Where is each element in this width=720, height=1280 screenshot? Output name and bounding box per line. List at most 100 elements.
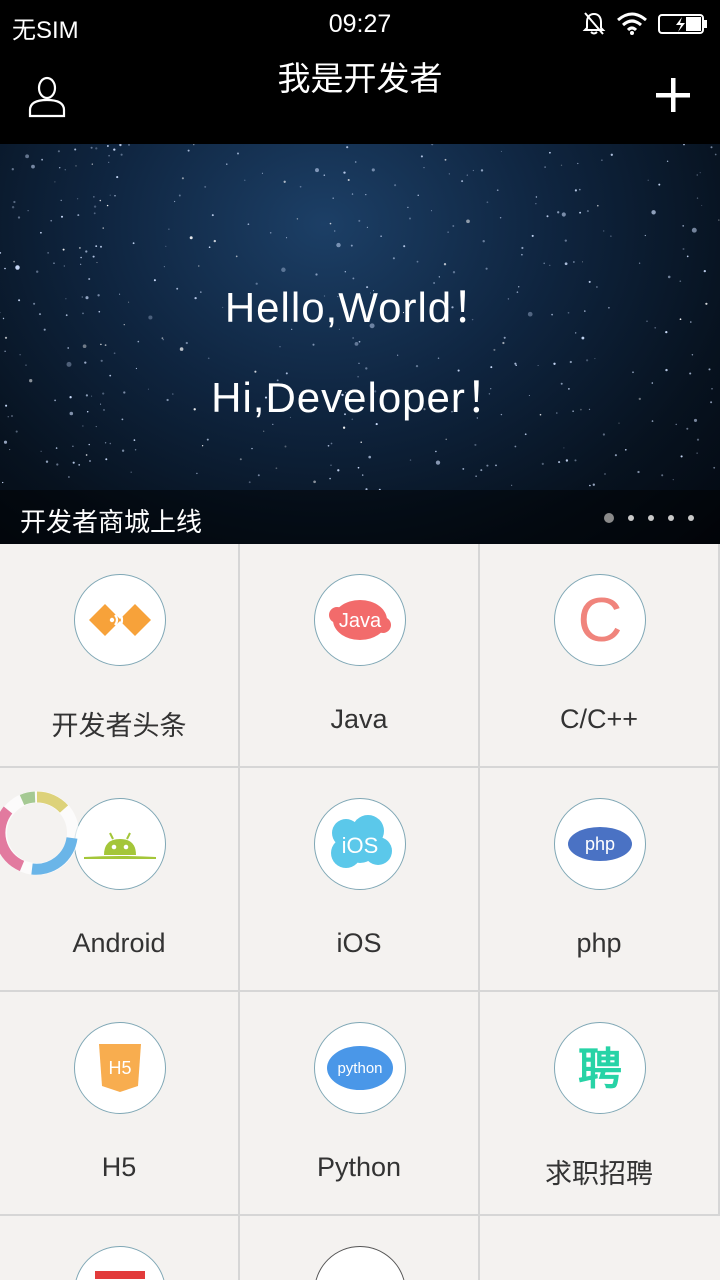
star — [563, 447, 565, 449]
star — [647, 179, 649, 181]
star — [466, 174, 468, 176]
category-partial-1[interactable] — [0, 1216, 240, 1280]
star — [452, 271, 456, 274]
star — [127, 144, 131, 146]
category-partial-2[interactable] — [240, 1216, 480, 1280]
category-toutiao[interactable]: 开发者头条 — [0, 544, 240, 768]
star — [337, 469, 340, 472]
category-ios[interactable]: iOS iOS — [240, 768, 480, 992]
carousel-dot[interactable] — [668, 515, 674, 521]
star — [85, 250, 88, 253]
star — [315, 168, 319, 173]
star — [472, 169, 475, 172]
star — [524, 433, 527, 436]
star — [76, 198, 79, 200]
star — [549, 151, 551, 154]
star — [544, 166, 546, 168]
category-c-cpp[interactable]: C C/C++ — [480, 544, 720, 768]
star — [602, 433, 606, 436]
star — [4, 267, 6, 270]
star — [394, 184, 397, 187]
star — [330, 464, 332, 466]
star — [658, 183, 661, 186]
star — [686, 427, 689, 430]
star — [680, 455, 683, 458]
star — [4, 336, 8, 339]
star — [486, 464, 489, 467]
status-icons — [582, 11, 708, 37]
star — [105, 458, 108, 461]
star — [275, 467, 278, 470]
app-header: 我是开发者 — [0, 50, 720, 144]
category-label: 开发者头条 — [51, 711, 187, 741]
status-bar: 无SIM 09:27 — [0, 0, 720, 50]
carousel-dot[interactable] — [604, 513, 614, 523]
star — [53, 262, 55, 264]
python-icon-text: python — [337, 1060, 382, 1077]
star — [503, 336, 506, 339]
star — [281, 267, 286, 273]
star — [74, 148, 77, 151]
star — [452, 225, 455, 227]
star — [430, 210, 433, 212]
star — [163, 266, 165, 268]
carousel-dot[interactable] — [628, 515, 634, 521]
star — [710, 146, 713, 149]
star — [354, 341, 359, 346]
star — [502, 341, 505, 345]
star — [93, 212, 96, 215]
category-python[interactable]: python Python — [240, 992, 480, 1216]
star — [57, 150, 60, 153]
carousel-dot[interactable] — [648, 515, 654, 521]
star — [4, 350, 6, 352]
category-php[interactable]: php php — [480, 768, 720, 992]
user-profile-button[interactable] — [26, 74, 68, 118]
h5-icon-text: H5 — [108, 1058, 131, 1078]
star — [119, 144, 122, 147]
star — [323, 174, 326, 176]
star — [682, 225, 685, 227]
star — [683, 144, 685, 146]
star — [92, 255, 95, 258]
star — [624, 448, 627, 451]
floating-loader-widget[interactable] — [0, 788, 82, 878]
star — [380, 235, 382, 237]
category-h5[interactable]: H5 H5 — [0, 992, 240, 1216]
star — [672, 478, 674, 481]
star — [574, 459, 577, 462]
category-label: 求职招聘 — [545, 1159, 653, 1189]
banner-subheadline: Hi,Developer！ — [211, 374, 509, 421]
star — [106, 145, 109, 147]
banner-caption: 开发者商城上线 — [20, 507, 203, 537]
carousel-dot[interactable] — [688, 515, 694, 521]
star — [521, 253, 523, 256]
star — [329, 477, 331, 480]
star — [546, 215, 549, 218]
star — [137, 340, 140, 343]
category-java[interactable]: Java Java — [240, 544, 480, 768]
star — [610, 153, 613, 156]
star — [496, 189, 499, 192]
category-recruit[interactable]: 聘 求职招聘 — [480, 992, 720, 1216]
star — [80, 256, 82, 259]
star — [601, 159, 603, 161]
star — [485, 267, 488, 270]
star — [347, 178, 350, 182]
star — [574, 189, 577, 192]
star — [181, 177, 184, 180]
star — [56, 463, 59, 466]
category-label: iOS — [336, 928, 382, 958]
add-button[interactable] — [654, 76, 692, 114]
star — [93, 196, 95, 198]
star — [569, 360, 572, 364]
star — [480, 169, 484, 172]
star — [108, 154, 110, 157]
star — [594, 358, 596, 360]
star — [560, 164, 563, 166]
banner-carousel[interactable]: Hello,World！ Hi,Developer！ 开发者商城上线 — [0, 144, 720, 544]
category-label: H5 — [101, 1152, 137, 1182]
star — [113, 148, 116, 151]
star — [96, 261, 98, 264]
star — [251, 447, 253, 450]
star — [701, 204, 703, 207]
